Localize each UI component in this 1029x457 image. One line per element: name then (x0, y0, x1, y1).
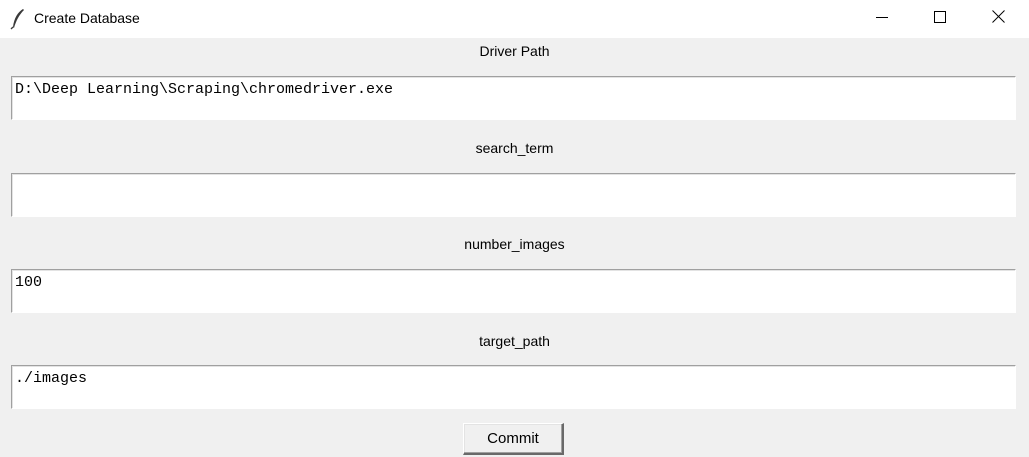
target-path-label: target_path (479, 333, 550, 349)
close-button[interactable] (969, 0, 1027, 38)
search-term-label: search_term (475, 140, 554, 156)
commit-button[interactable]: Commit (463, 423, 564, 455)
create-database-window: Create Database Driver Path D:\Deep Lear… (0, 0, 1029, 457)
target-path-input[interactable]: ./images (11, 365, 1016, 409)
maximize-icon (934, 10, 946, 28)
minimize-button[interactable] (853, 0, 911, 38)
search-term-input[interactable] (11, 173, 1016, 217)
maximize-button[interactable] (911, 0, 969, 38)
minimize-icon (876, 10, 888, 28)
driver-path-label: Driver Path (479, 43, 550, 59)
form-content: Driver Path D:\Deep Learning\Scraping\ch… (0, 38, 1029, 457)
title-bar[interactable]: Create Database (0, 0, 1029, 38)
number-images-input[interactable]: 100 (11, 269, 1016, 313)
driver-path-input[interactable]: D:\Deep Learning\Scraping\chromedriver.e… (11, 76, 1016, 120)
number-images-label: number_images (464, 236, 565, 252)
close-icon (991, 10, 1005, 28)
window-title: Create Database (34, 10, 140, 26)
feather-icon (10, 8, 26, 30)
